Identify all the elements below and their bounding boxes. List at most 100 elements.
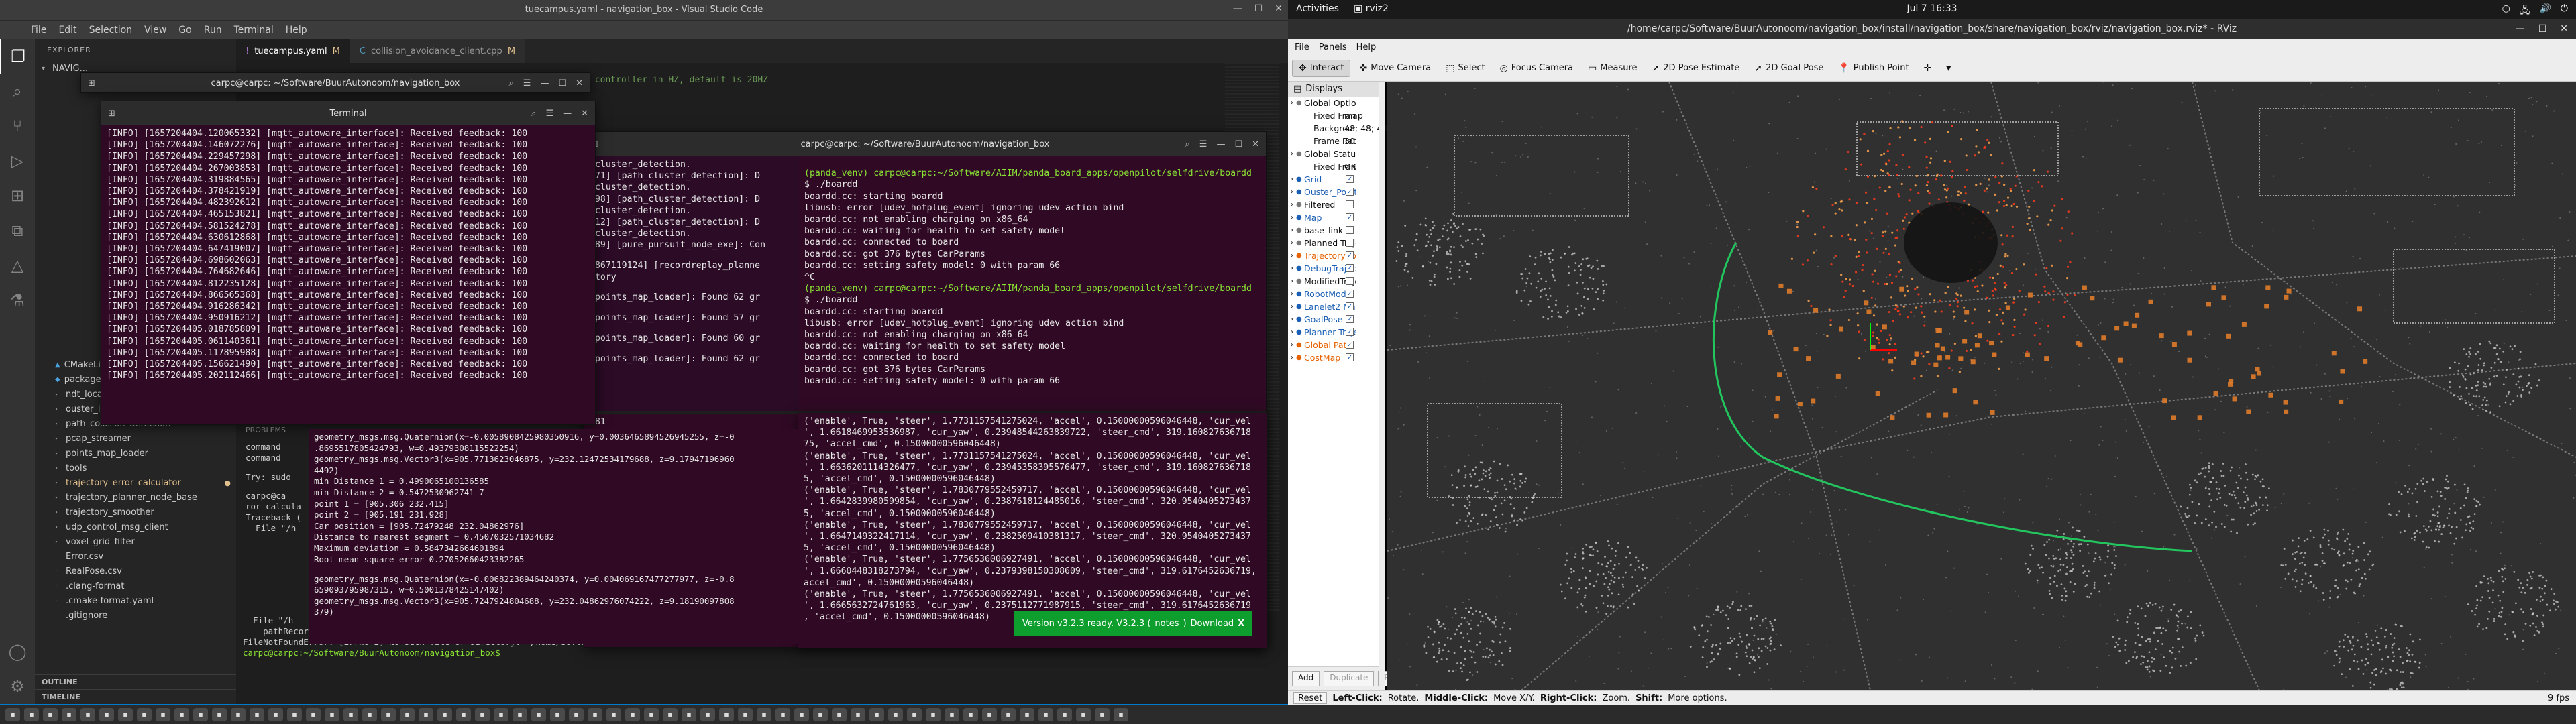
tool-select[interactable]: ⬚ Select: [1440, 60, 1491, 76]
taskbar-app-icon[interactable]: ▪: [287, 708, 302, 721]
tree-item[interactable]: › trajectory_planner_node_base: [35, 491, 236, 505]
taskbar-app-icon[interactable]: ▪: [851, 708, 865, 721]
expand-arrow-icon[interactable]: ›: [1291, 288, 1293, 300]
tool-2d-goal-pose[interactable]: ➚ 2D Goal Pose: [1748, 60, 1829, 76]
taskbar-app-icon[interactable]: ▪: [193, 708, 208, 721]
tree-item[interactable]: › pcap_streamer: [35, 432, 236, 446]
splitter-handle[interactable]: [1379, 82, 1385, 690]
menu-edit[interactable]: Edit: [58, 25, 76, 36]
taskbar-app-icon[interactable]: ▪: [1020, 708, 1034, 721]
display-item[interactable]: › ● Grid ✓: [1288, 173, 1379, 186]
menu-icon[interactable]: ☰: [523, 78, 531, 88]
search-icon[interactable]: ⌕: [509, 78, 514, 88]
minimize-icon[interactable]: —: [1216, 139, 1225, 149]
taskbar-app-icon[interactable]: ▪: [212, 708, 227, 721]
expand-arrow-icon[interactable]: ›: [1291, 211, 1293, 224]
taskbar-app-icon[interactable]: ▪: [888, 708, 903, 721]
expand-arrow-icon[interactable]: ›: [1291, 275, 1293, 288]
taskbar-app-icon[interactable]: ▪: [250, 708, 264, 721]
timeline-section[interactable]: TIMELINE: [35, 689, 236, 704]
taskbar-app-icon[interactable]: ▪: [362, 708, 377, 721]
taskbar-app-icon[interactable]: ▪: [494, 708, 508, 721]
minimize-icon[interactable]: —: [540, 78, 549, 88]
expand-arrow-icon[interactable]: ›: [1291, 313, 1293, 326]
search-icon[interactable]: ⌕: [0, 74, 35, 109]
display-checkbox[interactable]: ✓: [1346, 213, 1354, 221]
maximize-icon[interactable]: ☐: [2538, 19, 2547, 39]
expand-arrow-icon[interactable]: ›: [1291, 97, 1293, 109]
testing-icon[interactable]: ⚗: [0, 283, 35, 318]
close-notification-button[interactable]: X: [1238, 619, 1244, 629]
expand-arrow-icon[interactable]: ›: [1291, 147, 1293, 160]
display-checkbox[interactable]: [1346, 226, 1354, 234]
outline-section[interactable]: OUTLINE: [35, 674, 236, 689]
taskbar-app-icon[interactable]: ▪: [343, 708, 358, 721]
network-icon[interactable]: 🖧: [2520, 3, 2530, 19]
display-item[interactable]: › ● Map ✓: [1288, 211, 1379, 224]
taskbar-app-icon[interactable]: ▪: [738, 708, 753, 721]
tree-item[interactable]: › udp_control_msg_client: [35, 520, 236, 535]
display-item[interactable]: ›●Global Status: Ok: [1288, 147, 1379, 160]
tool-focus-camera[interactable]: ◎ Focus Camera: [1494, 60, 1580, 76]
taskbar-app-icon[interactable]: ▪: [719, 708, 734, 721]
display-item[interactable]: Frame Rate30: [1288, 135, 1379, 147]
3d-viewport[interactable]: [1387, 82, 2576, 690]
extensions-icon[interactable]: ⊞: [0, 178, 35, 213]
minimize-icon[interactable]: —: [563, 109, 572, 119]
search-icon[interactable]: ⌕: [531, 109, 536, 119]
source-control-icon[interactable]: ⑂: [0, 109, 35, 143]
expand-arrow-icon[interactable]: ›: [1291, 262, 1293, 275]
explorer-icon[interactable]: ❐: [0, 39, 35, 74]
tab-problems[interactable]: PROBLEMS: [246, 426, 286, 434]
display-item[interactable]: Fixed FrameOK: [1288, 160, 1379, 173]
display-checkbox[interactable]: ✓: [1346, 341, 1354, 349]
tree-item[interactable]: · .gitignore: [35, 609, 236, 623]
taskbar-app-icon[interactable]: ▪: [945, 708, 959, 721]
display-value[interactable]: OK: [1344, 160, 1356, 173]
display-checkbox[interactable]: ✓: [1346, 290, 1354, 298]
tree-item[interactable]: · Error.csv: [35, 550, 236, 564]
taskbar-app-icon[interactable]: ▪: [43, 708, 58, 721]
menu-terminal[interactable]: Terminal: [234, 25, 274, 36]
display-checkbox[interactable]: [1346, 239, 1354, 247]
tree-item[interactable]: › points_map_loader: [35, 446, 236, 461]
display-checkbox[interactable]: [1346, 277, 1354, 285]
taskbar-app-icon[interactable]: ▪: [606, 708, 621, 721]
display-item[interactable]: ›●TrajectoryBou...✓: [1288, 249, 1379, 262]
taskbar-app-icon[interactable]: ▪: [757, 708, 771, 721]
close-icon[interactable]: ✕: [1275, 3, 1283, 14]
taskbar-app-icon[interactable]: ▪: [813, 708, 828, 721]
display-checkbox[interactable]: ✓: [1346, 328, 1354, 336]
display-checkbox[interactable]: ✓: [1346, 251, 1354, 259]
display-checkbox[interactable]: ✓: [1346, 175, 1354, 183]
tool-interact[interactable]: ✥ Interact: [1292, 59, 1351, 77]
expand-arrow-icon[interactable]: ›: [1291, 300, 1293, 313]
taskbar-app-icon[interactable]: ▪: [1057, 708, 1072, 721]
point-cloud-scene[interactable]: [1387, 82, 2576, 690]
taskbar-app-icon[interactable]: ▪: [306, 708, 321, 721]
display-checkbox[interactable]: [1346, 200, 1354, 208]
expand-arrow-icon[interactable]: ›: [1291, 351, 1293, 364]
tab-tuecampus-yaml[interactable]: ! tuecampus.yaml M: [236, 39, 350, 63]
taskbar-app-icon[interactable]: ▪: [531, 708, 546, 721]
taskbar-app-icon[interactable]: ▪: [174, 708, 189, 721]
taskbar-app-icon[interactable]: ▪: [775, 708, 790, 721]
taskbar-app-icon[interactable]: ▪: [24, 708, 39, 721]
taskbar-app-icon[interactable]: ▪: [1001, 708, 1016, 721]
menu-go[interactable]: Go: [178, 25, 191, 36]
tree-item[interactable]: · RealPose.csv: [35, 564, 236, 579]
display-checkbox[interactable]: ✓: [1346, 353, 1354, 361]
tool-publish-point[interactable]: 📍 Publish Point: [1832, 60, 1915, 76]
run-debug-icon[interactable]: ▷: [0, 143, 35, 178]
display-value[interactable]: 30: [1344, 135, 1355, 147]
tool-2d-pose-estimate[interactable]: ➚ 2D Pose Estimate: [1646, 60, 1746, 76]
menu-help[interactable]: Help: [286, 25, 307, 36]
taskbar-app-icon[interactable]: ▪: [1038, 708, 1053, 721]
taskbar-app-icon[interactable]: ▪: [456, 708, 471, 721]
minimize-icon[interactable]: —: [1233, 3, 1242, 14]
display-item[interactable]: › ● Filtered: [1288, 198, 1379, 211]
taskbar-app-icon[interactable]: ▪: [550, 708, 565, 721]
taskbar-app-icon[interactable]: ▪: [794, 708, 809, 721]
close-icon[interactable]: ✕: [581, 109, 588, 119]
display-item[interactable]: › ● Ouster_Points ✓: [1288, 186, 1379, 198]
